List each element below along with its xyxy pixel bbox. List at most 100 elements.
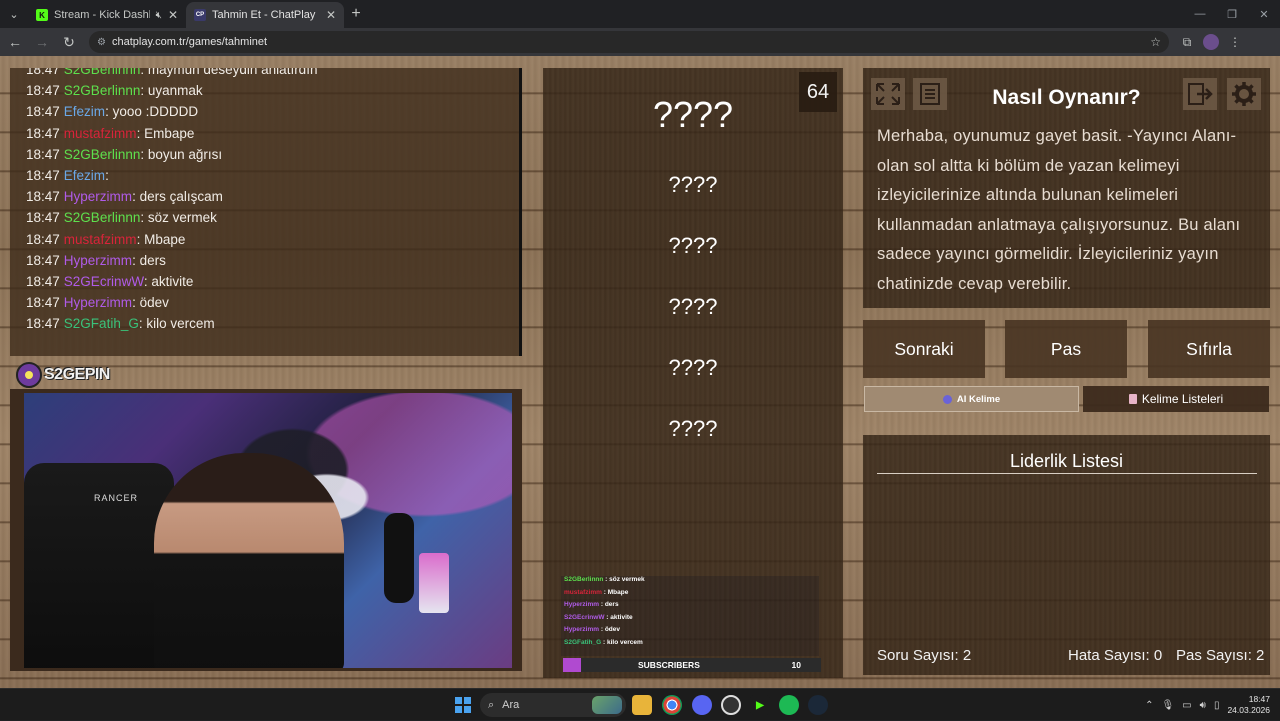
mini-chat-username: Hyperzimm — [564, 626, 600, 634]
close-tab-icon[interactable]: ✕ — [168, 8, 178, 22]
tab-ai-word[interactable]: AI Kelime — [864, 386, 1079, 412]
channel-logo: S2GEPIN — [16, 362, 110, 388]
steam-icon[interactable] — [808, 695, 828, 715]
chat-line: 18:47 Hyperzimm: ders çalışcam — [26, 189, 223, 205]
chat-message: uyanmak — [147, 83, 203, 99]
chat-line: 18:47 Efezim: yooo :DDDDD — [26, 104, 199, 120]
minimize-icon[interactable]: — — [1184, 0, 1216, 28]
chat-username: S2GBerlinnn — [63, 68, 141, 77]
menu-icon[interactable]: ⋮ — [1223, 30, 1247, 54]
chrome-icon[interactable] — [662, 695, 682, 715]
kick-favicon-icon: K — [36, 9, 48, 21]
chat-time: 18:47 — [26, 104, 60, 120]
url-bar[interactable]: ⚙ chatplay.com.tr/games/tahminet ☆ — [89, 31, 1169, 53]
chat-username: mustafzimm — [63, 231, 137, 247]
exit-icon — [1188, 83, 1213, 105]
chat-message: ödev — [139, 295, 169, 311]
extensions-icon[interactable]: ⧉ — [1175, 30, 1199, 54]
chat-time: 18:47 — [26, 146, 60, 162]
gaming-chair: RANCER — [24, 463, 174, 668]
mini-chat-line: S2GFatih_G : kilo vercem — [564, 638, 643, 646]
new-tab-icon[interactable]: + — [344, 2, 368, 26]
bookmark-star-icon[interactable]: ☆ — [1150, 35, 1161, 49]
mini-chat-overlay: S2GBerlinnn : söz vermek mustafzimm : Mba… — [561, 576, 819, 656]
chat-message: boyun ağrısı — [147, 146, 223, 162]
exit-button[interactable] — [1183, 78, 1217, 110]
chat-line: 18:47 S2GBerlinnn: uyanmak — [26, 83, 203, 99]
clock[interactable]: 18:47 24.03.2026 — [1227, 694, 1270, 716]
tab-search-icon[interactable]: ⌄ — [4, 4, 24, 24]
chat-username: S2GBerlinnn — [63, 146, 141, 162]
stream-chat: 18:47 S2GBerlinnn: maymun deseydin anlatı… — [10, 68, 522, 356]
word-panel: 64 ???? ???? ???? ???? ???? ???? S2GBerl… — [543, 68, 843, 678]
close-tab-icon[interactable]: ✕ — [326, 8, 336, 22]
site-info-icon[interactable]: ⚙ — [97, 37, 106, 48]
chat-time: 18:47 — [26, 125, 60, 141]
search-highlight-image — [592, 696, 622, 714]
chatplay-favicon-icon: CP — [194, 9, 206, 21]
taskbar-search[interactable]: ⌕ Ara — [480, 693, 626, 717]
profile-avatar[interactable] — [1203, 34, 1219, 50]
search-icon: ⌕ — [488, 698, 495, 711]
forward-icon[interactable]: → — [30, 30, 54, 54]
chat-line: 18:47 Hyperzimm: ödev — [26, 295, 169, 311]
tab-word-lists-label: Kelime Listeleri — [1141, 392, 1224, 406]
chat-line: 18:47 S2GBerlinnn: maymun deseydin anlatı… — [26, 68, 317, 83]
hidden-word: ???? — [668, 355, 718, 380]
pass-button[interactable]: Pas — [1005, 320, 1127, 378]
windows-start-icon[interactable] — [455, 697, 471, 713]
mini-chat-line: S2GEcrinwW : aktivite — [564, 613, 633, 621]
chat-time: 18:47 — [26, 231, 60, 247]
chat-time: 18:47 — [26, 210, 60, 226]
how-to-play-text: Merhaba, oyunumuz gayet basit. -Yayıncı … — [877, 127, 1241, 293]
chat-time: 18:47 — [26, 168, 60, 183]
chat-line: 18:47 Efezim: — [26, 168, 109, 183]
chair-brand-text: RANCER — [94, 493, 139, 503]
chevron-up-icon[interactable]: ⌃ — [1145, 700, 1153, 711]
mini-chat-message: ders — [604, 601, 619, 609]
address-bar-row: ← → ↻ ⚙ chatplay.com.tr/games/tahminet ☆… — [0, 28, 1280, 56]
chat-username: S2GEcrinwW — [63, 274, 144, 289]
chat-message: söz vermek — [147, 210, 217, 226]
back-icon[interactable]: ← — [3, 30, 27, 54]
mini-chat-message: aktivite — [610, 613, 633, 621]
close-window-icon[interactable]: ✕ — [1248, 0, 1280, 28]
channel-logo-icon — [16, 362, 42, 388]
mini-chat-username: S2GEcrinwW — [564, 613, 605, 621]
hidden-word: ???? — [668, 172, 718, 197]
chat-message: ders çalışcam — [139, 189, 223, 205]
next-button[interactable]: Sonraki — [863, 320, 985, 378]
discord-icon[interactable] — [692, 695, 712, 715]
reload-icon[interactable]: ↻ — [57, 30, 81, 54]
maximize-icon[interactable]: ❐ — [1216, 0, 1248, 28]
streamer — [154, 453, 344, 668]
muted-icon[interactable]: 🔇︎ — [156, 10, 162, 21]
battery-icon[interactable]: ▯ — [1214, 700, 1220, 711]
tab-chatplay[interactable]: CP Tahmin Et - ChatPlay ✕ — [186, 2, 344, 28]
chat-line: 18:47 S2GBerlinnn: söz vermek — [26, 210, 217, 226]
chat-time: 18:47 — [26, 295, 60, 311]
tab-title: Tahmin Et - ChatPlay — [212, 9, 316, 21]
obs-icon[interactable] — [721, 695, 741, 715]
chat-line: 18:47 Hyperzimm: ders — [26, 252, 166, 268]
kick-studio-icon[interactable]: ▶ — [750, 695, 770, 715]
tab-kick-dashboard[interactable]: K Stream - Kick Dashboard 🔇︎ ✕ — [28, 2, 186, 28]
webcam-video: RANCER — [24, 393, 512, 668]
chat-username: S2GBerlinnn — [63, 83, 141, 99]
mini-chat-line: mustafzimm : Mbape — [564, 588, 629, 596]
network-icon[interactable]: ▭ — [1182, 700, 1191, 711]
chat-username: Efezim — [63, 168, 106, 183]
tab-word-lists[interactable]: Kelime Listeleri — [1083, 386, 1269, 412]
chat-time: 18:47 — [26, 68, 60, 77]
settings-button[interactable] — [1227, 78, 1261, 110]
browser-tab-bar: ⌄ K Stream - Kick Dashboard 🔇︎ ✕ CP Tahm… — [0, 0, 1280, 28]
microphone-icon[interactable]: 🎙︎ — [1161, 700, 1174, 711]
divider — [877, 473, 1257, 474]
file-explorer-icon[interactable] — [632, 695, 652, 715]
mini-chat-message: kilo vercem — [607, 638, 643, 646]
spotify-icon[interactable] — [779, 695, 799, 715]
chat-username: S2GBerlinnn — [63, 210, 141, 226]
chat-message: aktivite — [151, 274, 194, 289]
reset-button[interactable]: Sıfırla — [1148, 320, 1270, 378]
volume-icon[interactable]: 🔊︎ — [1200, 700, 1206, 711]
